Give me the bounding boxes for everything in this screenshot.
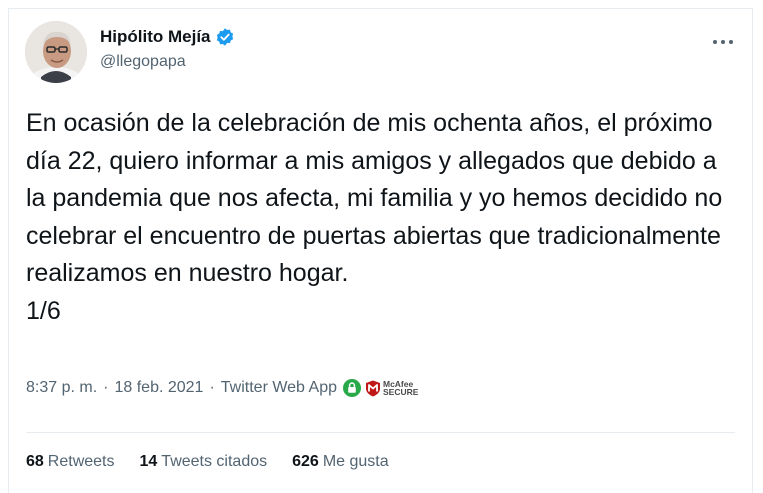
tweet-date[interactable]: 18 feb. 2021 <box>114 379 203 397</box>
mcafee-label-line2: SECURE <box>382 387 419 397</box>
tweet-text: En ocasión de la celebración de mis oche… <box>26 105 741 330</box>
meta-separator: · <box>103 379 109 396</box>
avatar[interactable] <box>25 21 87 83</box>
tweet-thread-counter: 1/6 <box>26 296 61 325</box>
author-handle[interactable]: @llegopapa <box>100 53 186 71</box>
likes-stat[interactable]: 626 Me gusta <box>292 453 389 471</box>
tweet-paragraph: En ocasión de la celebración de mis oche… <box>26 109 723 287</box>
retweets-stat[interactable]: 68 Retweets <box>26 453 115 471</box>
tweet-stats: 68 Retweets 14 Tweets citados 626 Me gusta <box>26 453 414 471</box>
retweets-count: 68 <box>26 453 44 470</box>
more-horizontal-icon <box>713 40 733 44</box>
quotes-label: Tweets citados <box>161 453 268 470</box>
more-options-button[interactable] <box>712 29 734 49</box>
mcafee-secure-badge: McAfee SECURE <box>365 380 418 397</box>
mcafee-shield-icon <box>365 380 380 396</box>
mcafee-label: McAfee SECURE <box>382 380 419 397</box>
meta-separator: · <box>209 379 215 396</box>
tweet-card: Hipólito Mejía @llegopapa En ocasión de … <box>8 8 753 493</box>
likes-label: Me gusta <box>322 453 389 470</box>
author-name-row: Hipólito Mejía <box>100 27 235 47</box>
retweets-label: Retweets <box>47 453 115 470</box>
tweet-meta: 8:37 p. m. · 18 feb. 2021 · Twitter Web … <box>26 379 418 397</box>
tweet-time[interactable]: 8:37 p. m. <box>26 379 97 397</box>
lock-icon <box>342 379 361 397</box>
tweet-source[interactable]: Twitter Web App <box>221 379 337 397</box>
quotes-count: 14 <box>139 453 158 470</box>
author-name[interactable]: Hipólito Mejía <box>100 27 211 47</box>
quote-tweets-stat[interactable]: 14 Tweets citados <box>140 453 268 471</box>
verified-badge-icon <box>215 27 235 47</box>
avatar-image <box>25 21 87 83</box>
divider <box>26 432 735 433</box>
likes-count: 626 <box>292 453 319 470</box>
